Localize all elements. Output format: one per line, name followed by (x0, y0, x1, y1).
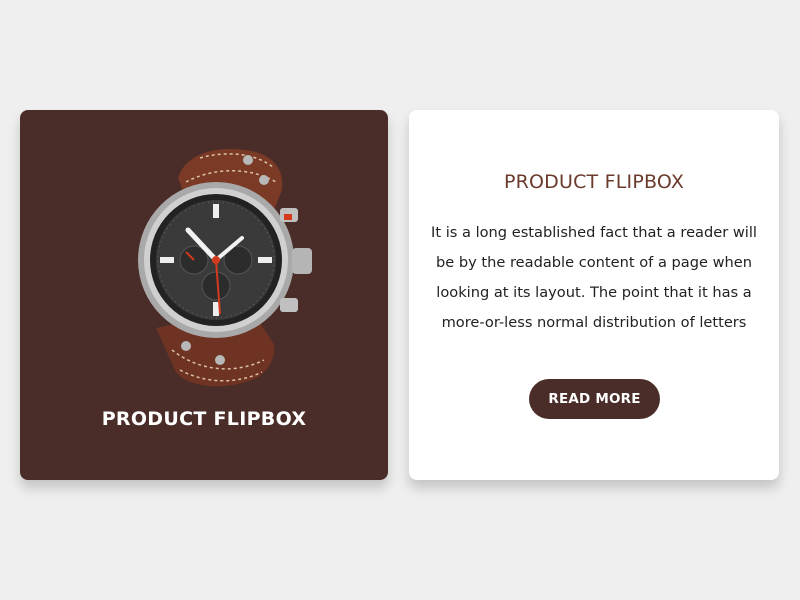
description-line: more-or-less normal distribution of lett… (441, 314, 747, 331)
back-card-title: PRODUCT FLIPBOX (503, 171, 685, 193)
description-line: It is a long established fact that a rea… (431, 224, 757, 241)
wristwatch-image (138, 149, 312, 387)
description-line: looking at its layout. The point that it… (436, 284, 752, 301)
front-card-title: PRODUCT FLIPBOX (101, 408, 307, 430)
description-line: be by the readable content of a page whe… (435, 254, 753, 271)
flipbox-back-card: PRODUCT FLIPBOX It is a long established… (409, 110, 779, 480)
back-card-description: It is a long established fact that a rea… (423, 218, 765, 338)
read-more-button[interactable]: READ MORE (529, 379, 660, 419)
flipbox-front-card: PRODUCT FLIPBOX (20, 110, 388, 480)
